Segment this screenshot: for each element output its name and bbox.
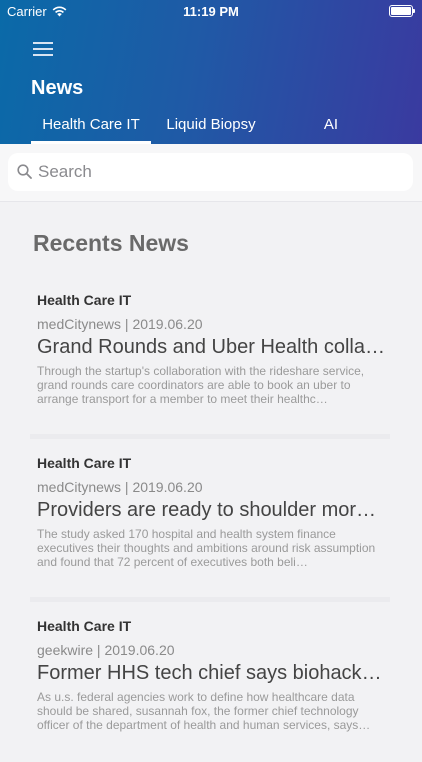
battery-icon	[389, 5, 415, 17]
article-category: Health Care IT	[37, 292, 132, 308]
news-list: Recents News Health Care IT medCitynews …	[0, 202, 422, 750]
article-summary: Through the startup's collaboration with…	[37, 364, 365, 406]
status-bar: Carrier 11:19 PM	[0, 0, 422, 22]
news-card[interactable]: Health Care IT geekwire | 2019.06.20 For…	[30, 606, 390, 762]
category-tabs: Health Care IT Liquid Biopsy AI	[0, 110, 422, 144]
article-category: Health Care IT	[37, 455, 132, 471]
article-meta: medCitynews | 2019.06.20	[37, 479, 203, 495]
tab-health-care-it[interactable]: Health Care IT	[31, 110, 151, 144]
tab-ai[interactable]: AI	[305, 110, 357, 144]
article-meta: medCitynews | 2019.06.20	[37, 316, 203, 332]
article-title: Former HHS tech chief says biohacke…	[37, 662, 387, 684]
status-time: 11:19 PM	[183, 4, 239, 19]
tab-liquid-biopsy[interactable]: Liquid Biopsy	[160, 110, 262, 144]
article-summary: As u.s. federal agencies work to define …	[37, 690, 371, 732]
news-card[interactable]: Health Care IT medCitynews | 2019.06.20 …	[30, 280, 390, 436]
card-divider	[30, 434, 390, 439]
article-meta: geekwire | 2019.06.20	[37, 642, 175, 658]
page-title: News	[31, 77, 84, 99]
article-title: Grand Rounds and Uber Health collab…	[37, 336, 387, 358]
article-title: Providers are ready to shoulder more…	[37, 499, 387, 521]
article-summary: The study asked 170 hospital and health …	[37, 527, 376, 569]
article-category: Health Care IT	[37, 618, 132, 634]
hamburger-menu-icon[interactable]	[33, 42, 53, 58]
news-card[interactable]: Health Care IT medCitynews | 2019.06.20 …	[30, 443, 390, 599]
app-header: Carrier 11:19 PM News Health Care IT Liq…	[0, 0, 422, 144]
section-title: Recents News	[33, 230, 189, 256]
search-icon	[17, 164, 32, 179]
search-bar	[0, 144, 422, 202]
card-divider	[30, 597, 390, 602]
search-box[interactable]	[8, 153, 413, 191]
search-input[interactable]	[38, 153, 398, 191]
